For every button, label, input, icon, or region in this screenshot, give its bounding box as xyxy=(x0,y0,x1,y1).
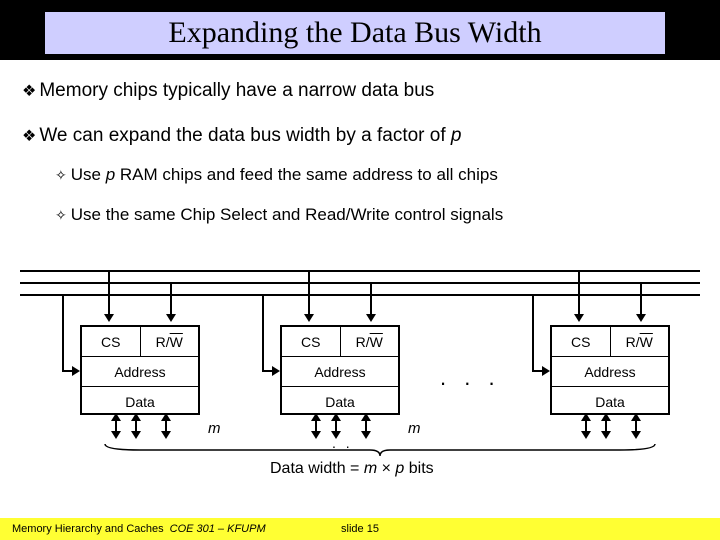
wire-cs-1 xyxy=(108,270,110,320)
bus-line-addr xyxy=(20,294,700,296)
star-icon: ✧ xyxy=(55,207,67,223)
diamond-icon: ❖ xyxy=(22,83,36,100)
m-label-2: m xyxy=(408,420,421,437)
wire-data-3b-up xyxy=(605,415,607,416)
chip-p: CS R/W Address Data xyxy=(550,325,670,415)
diagram: CS R/W Address Data m CS R/W Address Dat… xyxy=(20,270,700,490)
wire-addr-2v xyxy=(262,294,264,370)
footer-course: COE 301 – KFUPM xyxy=(170,523,266,535)
wire-data-2b-up xyxy=(335,415,337,416)
bullet-2: ❖We can expand the data bus width by a f… xyxy=(22,125,462,147)
wire-rw-2 xyxy=(370,282,372,320)
chip-rw-label: R/W xyxy=(611,327,669,356)
bus-line-cs xyxy=(20,270,700,272)
chip-addr-label: Address xyxy=(552,357,668,387)
chip-1: CS R/W Address Data xyxy=(80,325,200,415)
chip-cs-label: CS xyxy=(82,327,141,356)
bus-line-rw xyxy=(20,282,700,284)
chip-2: CS R/W Address Data xyxy=(280,325,400,415)
ellipsis-chips: . . . xyxy=(440,365,501,391)
slide-number: slide 15 xyxy=(341,523,379,535)
brace-icon xyxy=(100,442,660,458)
chip-addr-label: Address xyxy=(282,357,398,387)
wire-data-2a-up xyxy=(315,415,317,416)
wire-data-2c-up xyxy=(365,415,367,416)
wire-data-1c-up xyxy=(165,415,167,416)
chip-cs-label: CS xyxy=(282,327,341,356)
diamond-icon: ❖ xyxy=(22,128,36,145)
wire-addr-3h xyxy=(532,370,548,372)
wire-cs-2 xyxy=(308,270,310,320)
chip-addr-label: Address xyxy=(82,357,198,387)
wire-data-3c-up xyxy=(635,415,637,416)
slide-title: Expanding the Data Bus Width xyxy=(45,12,665,54)
chip-rw-label: R/W xyxy=(341,327,399,356)
wire-addr-2h xyxy=(262,370,278,372)
chip-cs-label: CS xyxy=(552,327,611,356)
wire-addr-3v xyxy=(532,294,534,370)
m-label-1: m xyxy=(208,420,221,437)
data-width-caption: Data width = m × p bits xyxy=(270,460,434,478)
wire-data-3a-up xyxy=(585,415,587,416)
wire-rw-1 xyxy=(170,282,172,320)
star-icon: ✧ xyxy=(55,167,67,183)
subbullet-2: ✧Use the same Chip Select and Read/Write… xyxy=(55,205,503,225)
footer: Memory Hierarchy and Caches COE 301 – KF… xyxy=(0,518,720,540)
wire-addr-1h xyxy=(62,370,78,372)
footer-left: Memory Hierarchy and Caches xyxy=(12,523,164,535)
subbullet-1: ✧Use p RAM chips and feed the same addre… xyxy=(55,165,498,185)
wire-data-1b-up xyxy=(135,415,137,416)
wire-addr-1v xyxy=(62,294,64,370)
wire-data-1a-up xyxy=(115,415,117,416)
bullet-1: ❖Memory chips typically have a narrow da… xyxy=(22,80,434,102)
chip-rw-label: R/W xyxy=(141,327,199,356)
wire-cs-3 xyxy=(578,270,580,320)
wire-rw-3 xyxy=(640,282,642,320)
